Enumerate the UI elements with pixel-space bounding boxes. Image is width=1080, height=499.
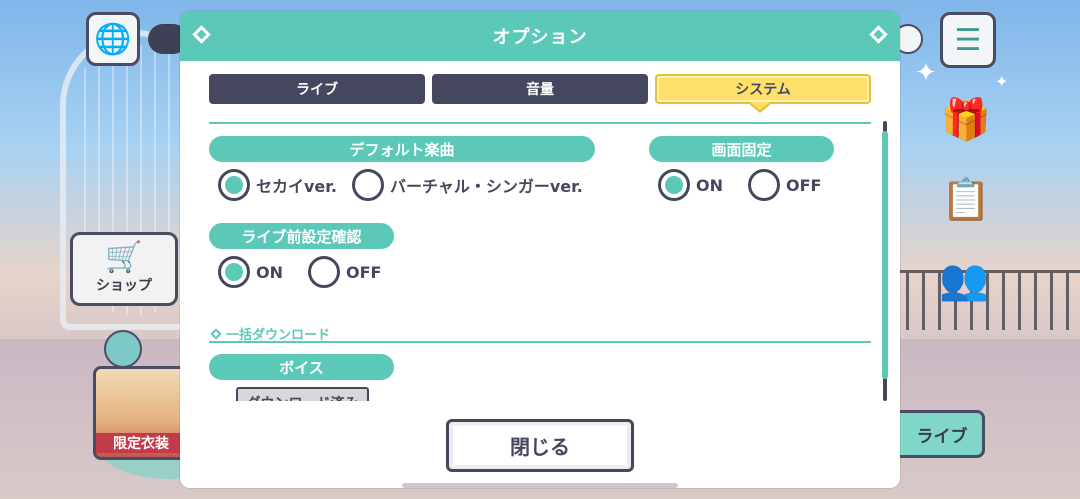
sparkle-icon: ✦: [995, 72, 1009, 91]
pre-live-confirm-header: ライブ前設定確認: [209, 223, 394, 249]
friends-icon[interactable]: 👥: [939, 252, 989, 306]
radio-sekai-ver[interactable]: セカイver.: [218, 169, 337, 201]
globe-button[interactable]: 🌐: [86, 12, 140, 66]
scrollbar-thumb[interactable]: [882, 131, 888, 379]
banner-text: 限定衣装: [96, 433, 186, 453]
home-indicator: [402, 483, 678, 488]
voice-download-button[interactable]: ダウンロード済み: [236, 387, 369, 401]
menu-button[interactable]: ☰: [940, 12, 996, 68]
radio-screen-lock-off[interactable]: OFF: [748, 169, 821, 201]
settings-content[interactable]: デフォルト楽曲 セカイver. バーチャル・シンガーver. 画面固定 ON O…: [209, 125, 871, 401]
radio-pre-live-on[interactable]: ON: [218, 256, 283, 288]
active-tab-pointer-fill: [750, 102, 770, 110]
screen-lock-label: 画面固定: [711, 140, 772, 159]
radio-pre-live-off[interactable]: OFF: [308, 256, 381, 288]
radio-label: ON: [696, 175, 723, 195]
sparkle-icon: ✦: [915, 58, 937, 88]
tab-label: ライブ: [296, 82, 338, 98]
radio-virtual-singer-ver[interactable]: バーチャル・シンガーver.: [352, 169, 583, 201]
radio-label: バーチャル・シンガーver.: [390, 177, 583, 196]
gift-icon[interactable]: 🎁: [941, 92, 991, 146]
mission-list-icon[interactable]: 📋: [941, 172, 991, 226]
dialog-title: オプション: [492, 27, 588, 48]
tab-live[interactable]: ライブ: [209, 74, 425, 104]
bulk-download-divider: [209, 341, 871, 343]
close-button[interactable]: 閉じる: [446, 419, 634, 472]
pre-live-confirm-label: ライブ前設定確認: [241, 227, 362, 246]
tab-label: 音量: [526, 82, 554, 98]
shop-label: ショップ: [96, 278, 152, 294]
live-button[interactable]: ライブ: [893, 410, 985, 458]
default-song-header: デフォルト楽曲: [209, 136, 595, 162]
tab-system[interactable]: システム: [655, 74, 871, 104]
radio-screen-lock-on[interactable]: ON: [658, 169, 723, 201]
radio-selected-icon: [658, 169, 690, 201]
radio-unselected-icon: [748, 169, 780, 201]
shop-button[interactable]: 🛒 ショップ: [70, 232, 178, 306]
radio-label: OFF: [346, 262, 382, 282]
tab-label: システム: [735, 82, 791, 98]
diamond-icon: [192, 25, 211, 44]
radio-unselected-icon: [352, 169, 384, 201]
screen-lock-header: 画面固定: [649, 136, 834, 162]
diamond-icon: [869, 25, 888, 44]
diamond-icon: [210, 327, 222, 340]
radio-label: ON: [256, 262, 283, 282]
tab-divider: [209, 122, 871, 124]
radio-unselected-icon: [308, 256, 340, 288]
voice-header: ボイス: [209, 354, 394, 380]
dialog-header: オプション: [180, 11, 900, 61]
close-label: 閉じる: [510, 435, 570, 459]
radio-label: セカイver.: [256, 177, 337, 196]
radio-selected-icon: [218, 256, 250, 288]
radio-label: OFF: [786, 175, 822, 195]
default-song-label: デフォルト楽曲: [349, 140, 455, 159]
character-avatar: [104, 330, 142, 368]
globe-icon: 🌐: [94, 21, 132, 57]
voice-label: ボイス: [279, 358, 324, 377]
live-label: ライブ: [916, 426, 968, 447]
tab-volume[interactable]: 音量: [432, 74, 648, 104]
options-dialog: オプション ライブ 音量 システム デフォルト楽曲 セカイver. バーチャル・…: [180, 11, 900, 488]
download-button-label: ダウンロード済み: [247, 393, 359, 401]
radio-selected-icon: [218, 169, 250, 201]
event-banner[interactable]: 限定衣装: [93, 366, 189, 460]
menu-icon: ☰: [954, 22, 982, 58]
cart-icon: 🛒: [105, 240, 143, 275]
